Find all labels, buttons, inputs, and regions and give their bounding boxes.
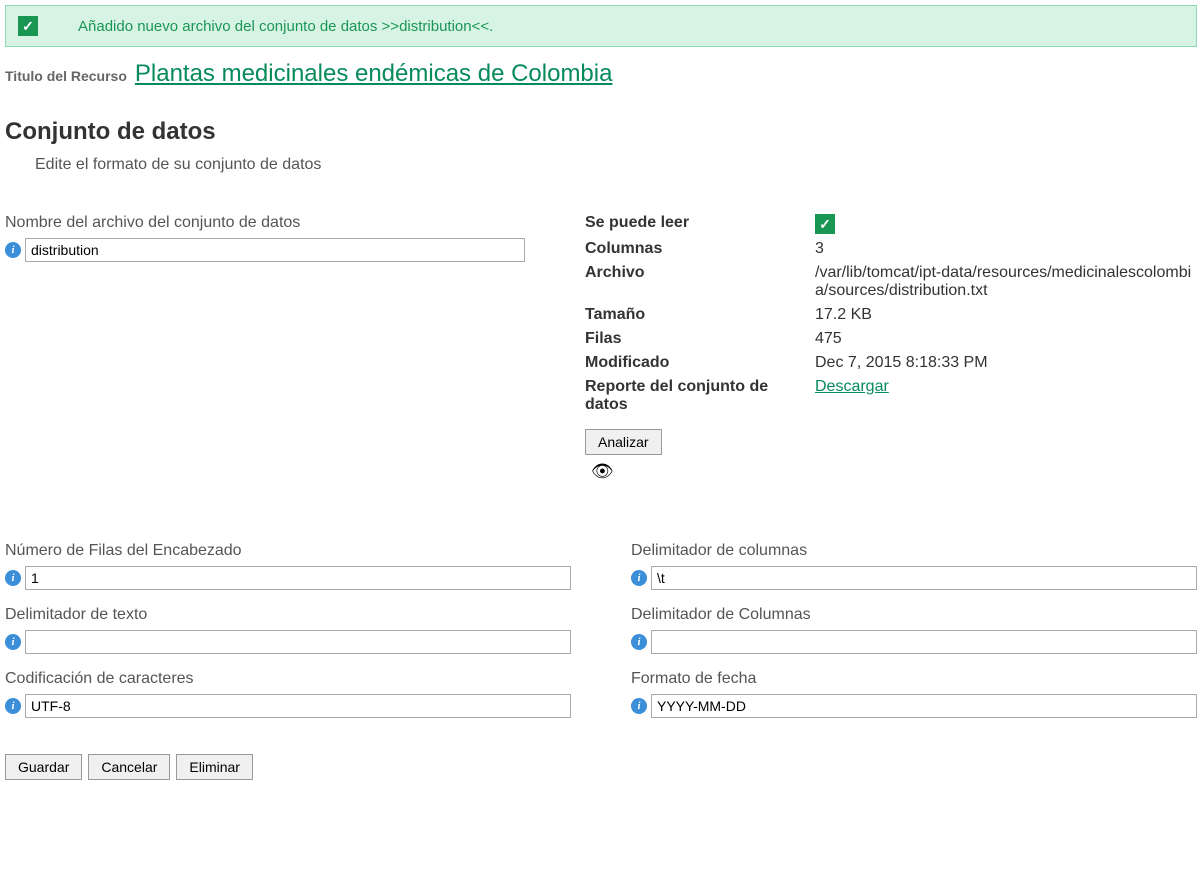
- info-icon[interactable]: i: [5, 242, 21, 258]
- download-link[interactable]: Descargar: [815, 378, 889, 395]
- info-icon[interactable]: i: [5, 570, 21, 586]
- date-format-input[interactable]: [651, 694, 1197, 718]
- analyze-button[interactable]: Analizar: [585, 429, 662, 455]
- resource-title-label: Titulo del Recurso: [5, 68, 127, 84]
- rows-value: 475: [815, 330, 1197, 348]
- header-rows-input[interactable]: [25, 566, 571, 590]
- size-label: Tamaño: [585, 306, 815, 324]
- resource-title-row: Titulo del Recurso Plantas medicinales e…: [5, 55, 1197, 98]
- info-icon[interactable]: i: [5, 698, 21, 714]
- file-label: Archivo: [585, 264, 815, 282]
- filename-input[interactable]: [25, 238, 525, 262]
- page-heading: Conjunto de datos: [5, 118, 1197, 146]
- encoding-label: Codificación de caracteres: [5, 670, 571, 688]
- report-label: Reporte del conjunto de datos: [585, 378, 815, 414]
- modified-value: Dec 7, 2015 8:18:33 PM: [815, 354, 1197, 372]
- text-delimiter-input[interactable]: [25, 630, 571, 654]
- check-icon: ✓: [18, 16, 38, 36]
- filename-label: Nombre del archivo del conjunto de datos: [5, 214, 525, 232]
- check-icon: ✓: [815, 214, 835, 234]
- file-value: /var/lib/tomcat/ipt-data/resources/medic…: [815, 264, 1197, 300]
- delete-button[interactable]: Eliminar: [176, 754, 253, 780]
- size-value: 17.2 KB: [815, 306, 1197, 324]
- page-subtitle: Edite el formato de su conjunto de datos: [35, 156, 1197, 174]
- eye-icon[interactable]: 👁: [591, 461, 614, 481]
- alert-message: Añadido nuevo archivo del conjunto de da…: [78, 18, 493, 35]
- modified-label: Modificado: [585, 354, 815, 372]
- columns-label: Columnas: [585, 240, 815, 258]
- cancel-button[interactable]: Cancelar: [88, 754, 170, 780]
- properties-table: Se puede leer ✓ Columnas 3 Archivo /var/…: [585, 214, 1197, 414]
- columns-value: 3: [815, 240, 1197, 258]
- header-rows-label: Número de Filas del Encabezado: [5, 542, 571, 560]
- encoding-input[interactable]: [25, 694, 571, 718]
- resource-title-link[interactable]: Plantas medicinales endémicas de Colombi…: [135, 60, 613, 88]
- column-delimiter-label: Delimitador de columnas: [631, 542, 1197, 560]
- rows-label: Filas: [585, 330, 815, 348]
- readable-label: Se puede leer: [585, 214, 815, 232]
- info-icon[interactable]: i: [5, 634, 21, 650]
- date-format-label: Formato de fecha: [631, 670, 1197, 688]
- column-delimiter2-input[interactable]: [651, 630, 1197, 654]
- success-alert: ✓ Añadido nuevo archivo del conjunto de …: [5, 5, 1197, 47]
- column-delimiter2-label: Delimitador de Columnas: [631, 606, 1197, 624]
- info-icon[interactable]: i: [631, 634, 647, 650]
- save-button[interactable]: Guardar: [5, 754, 82, 780]
- info-icon[interactable]: i: [631, 570, 647, 586]
- info-icon[interactable]: i: [631, 698, 647, 714]
- column-delimiter-input[interactable]: [651, 566, 1197, 590]
- text-delimiter-label: Delimitador de texto: [5, 606, 571, 624]
